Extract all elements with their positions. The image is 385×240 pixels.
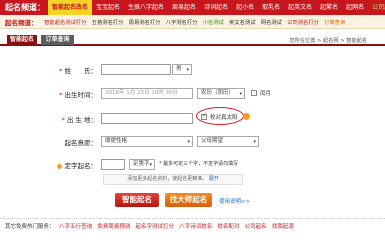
required-mark: * — [61, 116, 65, 124]
parent-expect-value: 父母期望 — [201, 138, 224, 144]
top-nav-item[interactable]: 周易起名 — [168, 0, 200, 15]
sub-nav-item[interactable]: 网名测试 — [258, 18, 284, 26]
top-nav-item[interactable]: 取乳名 — [258, 0, 284, 15]
bottom-services-bar: 其它免费热门服务： 八字五行查询 免费周易预测 起名字测试打分 八字诗词姓名 姓名配对公… — [0, 218, 385, 232]
top-nav-item[interactable]: 生辰八字起名 — [124, 0, 168, 15]
bottom-service-link[interactable]: 八字五行查询 — [57, 222, 95, 230]
fixed-char-input[interactable] — [101, 159, 125, 170]
fixed-char-hint: * 最多可定三个字，不定字请勿填写 — [159, 161, 239, 167]
parent-expect-select[interactable]: 父母期望 ▾ — [197, 136, 259, 147]
required-mark: * — [59, 91, 63, 99]
fixed-char-label: 定字起名： — [64, 162, 98, 170]
calendar-select[interactable]: 农历（阴历） ▾ — [197, 88, 245, 99]
notice-text: 添加更多起名资料，使起名更精准。 — [127, 176, 208, 182]
fixed-position-value: 定第字 — [133, 161, 150, 167]
bottom-service-link[interactable]: 八字诗词姓名 — [177, 222, 215, 230]
sub-nav: 起名频道： 智能起名测试打分 五格测名打分 周易测名打分 八字测名打分 小名测试 英文名测… — [0, 15, 385, 29]
chevron-down-icon: ▾ — [186, 67, 189, 73]
leap-month-label: 闰月 — [260, 91, 272, 97]
birthplace-input[interactable] — [101, 113, 193, 124]
gender-value: 男 — [176, 66, 182, 72]
bottom-service-link[interactable]: 起名字测试打分 — [133, 222, 177, 230]
birth-time-value: 2018年 1月 23日 10时 30分 — [105, 90, 178, 96]
chevron-down-icon: ▾ — [253, 139, 256, 145]
sub-nav-item[interactable]: 五格测名打分 — [89, 18, 126, 26]
birth-time-input[interactable]: 2018年 1月 23日 10时 30分 — [101, 88, 193, 99]
birth-label: 出生时间： — [64, 91, 98, 99]
top-nav-item[interactable]: 起小名 — [232, 0, 258, 15]
bottom-service-link[interactable]: 公司起名 — [242, 222, 269, 230]
sub-nav-item[interactable]: 公司测名打分 — [285, 18, 322, 26]
info-icon[interactable] — [57, 163, 63, 169]
bottom-service-link[interactable]: 姓名配对 — [215, 222, 242, 230]
top-nav-item[interactable]: 起英文名 — [284, 0, 316, 15]
solar-time-checkbox[interactable] — [201, 112, 207, 120]
leap-month-checkbox[interactable] — [251, 90, 257, 96]
tab-smart-naming[interactable]: 智能起名 — [7, 35, 37, 45]
chevron-down-icon: ▾ — [149, 162, 152, 168]
top-nav-item[interactable]: 起繁名 — [316, 0, 342, 15]
chevron-down-icon: ▾ — [239, 91, 242, 97]
sub-nav-item[interactable]: 八字测名打分 — [163, 18, 200, 26]
chevron-down-icon: ▾ — [187, 139, 190, 145]
bottom-service-link[interactable]: 免费周易预测 — [95, 222, 133, 230]
top-nav-items: 智能起名改名 宝宝起名 生辰八字起名 周易起名 诗词起名 起小名 取乳名 起英文名 起繁名 起网名… — [48, 0, 385, 15]
tab-order-query[interactable]: 订单查询 — [41, 35, 74, 45]
top-nav-item[interactable]: 起网名 — [342, 0, 368, 15]
surname-input[interactable] — [101, 64, 171, 75]
bottom-services-items: 八字五行查询 免费周易预测 起名字测试打分 八字诗词姓名 姓名配对 公司起名 找我起源 — [57, 222, 297, 230]
required-mark: * — [59, 67, 63, 75]
sub-nav-label: 起名频道： — [5, 18, 38, 27]
sub-nav-item[interactable]: 英文名测试 — [226, 18, 258, 26]
top-nav-item[interactable]: 宝宝起名 — [92, 0, 124, 15]
top-nav-item[interactable]: 智能起名改名 — [48, 0, 93, 15]
sub-nav-items: 智能起名测试打分 五格测名打分 周易测名打分 八字测名打分 小名测试 英文名测试 网名测试公… — [42, 18, 348, 26]
bottom-services-label: 其它免费热门服务： — [5, 223, 55, 230]
gender-select[interactable]: 男 ▾ — [172, 64, 192, 75]
personality-value: 顺便性格 — [105, 138, 128, 144]
bottom-service-link[interactable]: 找我起源 — [269, 222, 296, 230]
surname-label: 姓 氏： — [64, 67, 98, 75]
more-info-notice: 添加更多起名资料，使起名更精准。 展开 — [103, 174, 243, 185]
master-naming-button[interactable]: 找大师起名 — [165, 193, 212, 207]
smart-naming-button[interactable]: 智能起名 — [115, 193, 159, 207]
sub-nav-item[interactable]: 智能起名测试打分 — [42, 18, 90, 26]
fixed-position-select[interactable]: 定第字 ▾ — [129, 159, 155, 170]
top-nav-item[interactable]: 诗词起名 — [200, 0, 232, 15]
breadcrumb: 您所在位置 > 起名网 > 智能起名 — [289, 38, 367, 44]
solar-time-label: 校对真太阳 — [210, 115, 238, 121]
sub-nav-item[interactable]: 订单查询 — [321, 18, 347, 26]
top-nav: 起名频道： 智能起名改名 宝宝起名 生辰八字起名 周易起名 诗词起名 起小名 取乳名 起英文名… — [0, 0, 385, 15]
info-icon[interactable] — [243, 113, 250, 120]
expand-link[interactable]: 展开 — [209, 176, 219, 182]
top-nav-item[interactable]: 公司起名 — [368, 0, 385, 15]
birthplace-label: 出 生 地： — [66, 116, 97, 124]
calendar-value: 农历（阴历） — [201, 90, 235, 96]
sub-nav-item[interactable]: 周易测名打分 — [126, 18, 163, 26]
naming-intent-label: 起名意愿： — [64, 139, 98, 147]
top-nav-label: 起名频道： — [5, 3, 45, 12]
personality-select[interactable]: 顺便性格 ▾ — [101, 136, 193, 147]
usage-link[interactable]: 使用说明>> — [219, 197, 250, 205]
sub-nav-item[interactable]: 小名测试 — [200, 18, 226, 26]
